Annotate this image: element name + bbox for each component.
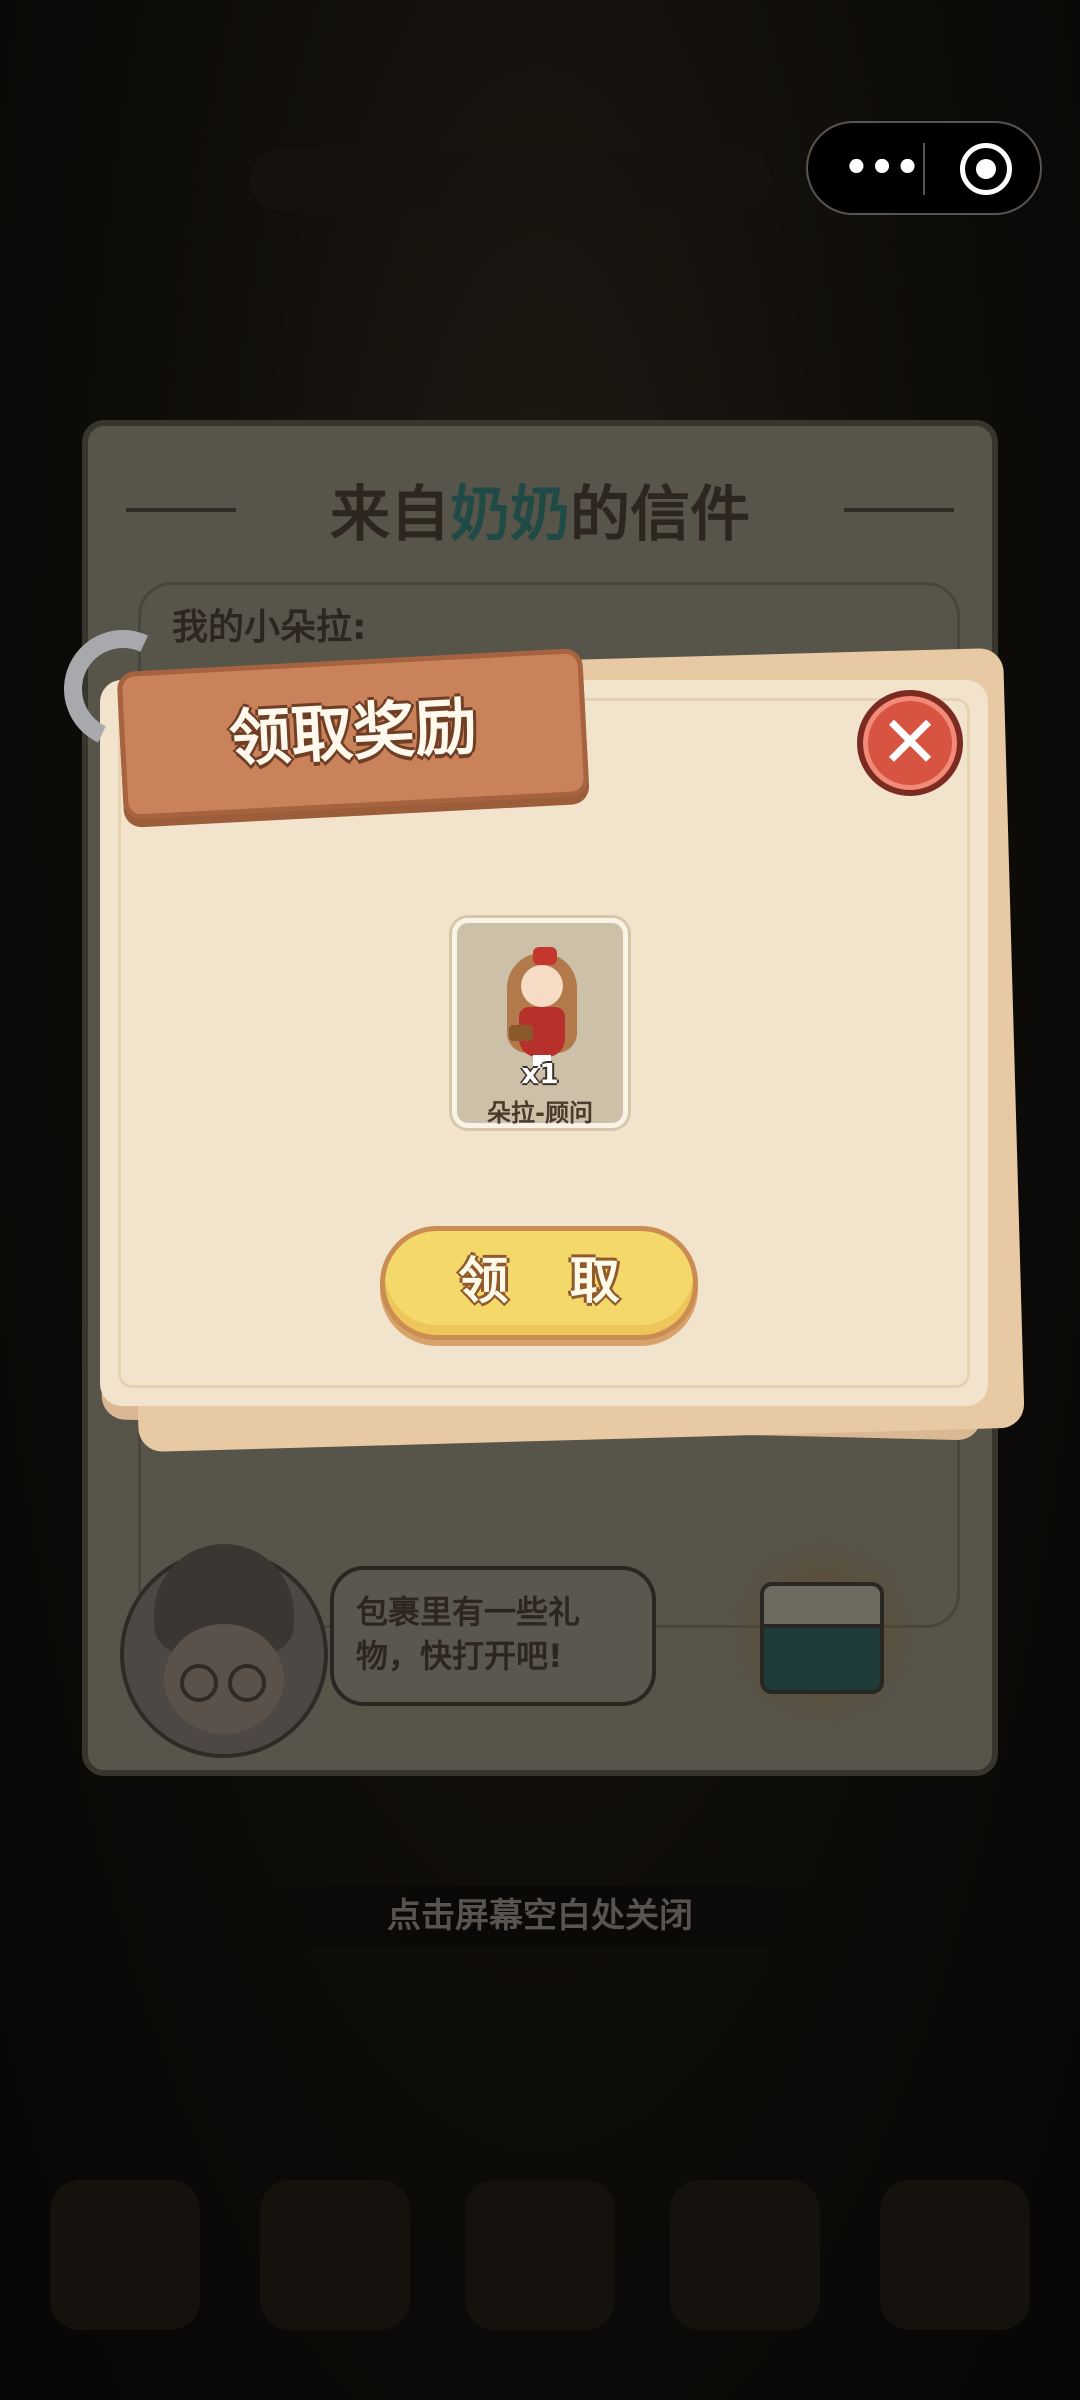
claim-button[interactable]: 领 取 [380,1226,698,1340]
reward-item-card[interactable]: x1 朵拉-顾问 [452,918,628,1128]
currency-bar [250,150,770,210]
speech-bubble: 包裹里有一些礼物，快打开吧! [330,1566,656,1706]
tap-blank-to-close-hint[interactable]: 点击屏幕空白处关闭 [250,1886,830,1946]
nav-tab-decorate [50,2180,200,2330]
reward-item-quantity: x1 [521,1057,559,1090]
nav-tab-dishes [260,2180,410,2330]
letter-title-highlight: 奶奶 [450,480,570,550]
letter-title-prefix: 来自 [330,480,450,550]
letter-title: 来自奶奶的信件 [88,466,992,553]
dora-character-icon [503,947,581,1069]
capsule-divider [923,143,925,195]
reward-title-ribbon: 领取奖励 [116,647,590,821]
letter-title-suffix: 的信件 [570,480,750,550]
nav-tab-shop [880,2180,1030,2330]
grandma-avatar [120,1544,328,1758]
close-button[interactable]: ✕ [857,690,963,796]
miniprogram-capsule: ••• [806,121,1042,215]
reward-item-name: 朵拉-顾问 [487,1099,593,1127]
exit-miniprogram-icon[interactable] [960,143,1012,195]
letter-greeting: 我的小朵拉: [172,607,367,648]
more-menu-icon[interactable]: ••• [842,145,922,191]
nav-tab-staff [465,2180,615,2330]
reward-title: 领取奖励 [227,689,479,776]
gift-chest-icon[interactable] [722,1538,922,1728]
nav-tab-research [670,2180,820,2330]
close-icon: ✕ [879,700,941,784]
claim-button-label: 领 取 [458,1252,642,1310]
